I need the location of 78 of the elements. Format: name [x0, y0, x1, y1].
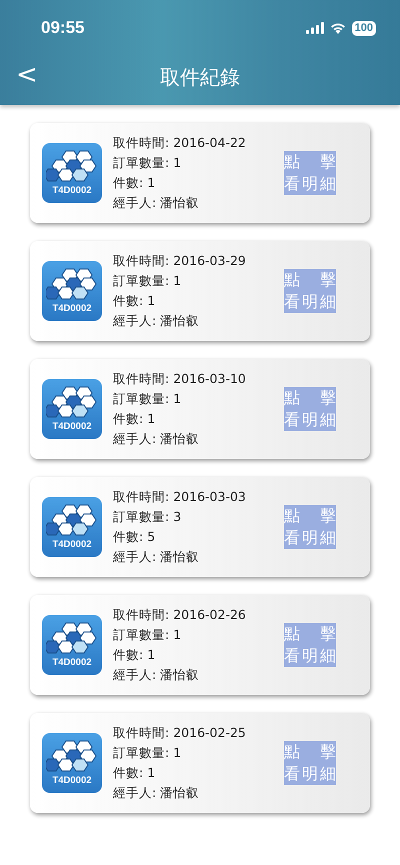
- record-card[interactable]: T4D0002 取件時間: 2016-02-26 訂單數量: 1 件數: 1 經手人: 潘怡叡 點 擊 看明細: [30, 595, 370, 695]
- field-label: 取件時間:: [113, 724, 170, 742]
- field-value: 1: [173, 626, 182, 644]
- logo-code: T4D0002: [52, 657, 92, 668]
- detail-button[interactable]: 點 擊 看明細: [284, 623, 336, 667]
- field-value: 潘怡叡: [160, 312, 200, 330]
- field-label: 件數:: [113, 174, 144, 192]
- field-value: 1: [147, 292, 156, 310]
- detail-button[interactable]: 點 擊 看明細: [284, 741, 336, 785]
- signal-icon: [306, 22, 324, 34]
- field-value: 2016-03-10: [173, 370, 246, 388]
- hexagon-icon: [46, 504, 98, 536]
- field-value: 潘怡叡: [160, 548, 200, 566]
- field-label: 經手人:: [113, 548, 156, 566]
- logo-code: T4D0002: [52, 303, 92, 314]
- field-label: 訂單數量:: [113, 154, 170, 172]
- record-card[interactable]: T4D0002 取件時間: 2016-03-03 訂單數量: 3 件數: 5 經手人: 潘怡叡 點 擊 看明細: [30, 477, 370, 577]
- field-label: 取件時間:: [113, 370, 170, 388]
- field-value: 1: [147, 174, 156, 192]
- field-label: 經手人:: [113, 666, 156, 684]
- field-label: 取件時間:: [113, 134, 170, 152]
- battery-indicator: 100: [352, 20, 376, 36]
- field-value: 1: [173, 154, 182, 172]
- field-label: 經手人:: [113, 312, 156, 330]
- field-value: 2016-03-03: [173, 488, 246, 506]
- hexagon-icon: [46, 740, 98, 772]
- record-card[interactable]: T4D0002 取件時間: 2016-03-29 訂單數量: 1 件數: 1 經手人: 潘怡叡 點 擊 看明細: [30, 241, 370, 341]
- wifi-icon: [330, 22, 346, 34]
- hexagon-icon: [46, 622, 98, 654]
- logo-code: T4D0002: [52, 775, 92, 786]
- detail-button[interactable]: 點 擊 看明細: [284, 269, 336, 313]
- detail-button[interactable]: 點 擊 看明細: [284, 505, 336, 549]
- page-title: 取件紀錄: [160, 64, 240, 90]
- field-label: 取件時間:: [113, 488, 170, 506]
- detail-button[interactable]: 點 擊 看明細: [284, 151, 336, 195]
- field-value: 1: [173, 390, 182, 408]
- field-label: 訂單數量:: [113, 390, 170, 408]
- field-value: 潘怡叡: [160, 430, 200, 448]
- field-value: 潘怡叡: [160, 666, 200, 684]
- hexagon-icon: [46, 150, 98, 182]
- detail-button[interactable]: 點 擊 看明細: [284, 387, 336, 431]
- field-value: 2016-02-26: [173, 606, 246, 624]
- field-label: 經手人:: [113, 194, 156, 212]
- field-label: 取件時間:: [113, 252, 170, 270]
- field-label: 件數:: [113, 764, 144, 782]
- field-value: 3: [173, 508, 182, 526]
- field-value: 潘怡叡: [160, 194, 200, 212]
- field-label: 訂單數量:: [113, 272, 170, 290]
- field-value: 2016-03-29: [173, 252, 246, 270]
- record-card[interactable]: T4D0002 取件時間: 2016-02-25 訂單數量: 1 件數: 1 經手人: 潘怡叡 點 擊 看明細: [30, 713, 370, 813]
- field-label: 經手人:: [113, 784, 156, 802]
- hexagon-icon: [46, 386, 98, 418]
- field-label: 件數:: [113, 410, 144, 428]
- back-button[interactable]: <: [12, 60, 42, 90]
- field-value: 1: [147, 764, 156, 782]
- field-value: 1: [147, 410, 156, 428]
- field-value: 2016-04-22: [173, 134, 246, 152]
- field-label: 訂單數量:: [113, 744, 170, 762]
- field-label: 訂單數量:: [113, 508, 170, 526]
- field-value: 1: [147, 646, 156, 664]
- status-time: 09:55: [41, 18, 84, 38]
- hexagon-icon: [46, 268, 98, 300]
- logo-code: T4D0002: [52, 539, 92, 550]
- field-label: 訂單數量:: [113, 626, 170, 644]
- field-value: 潘怡叡: [160, 784, 200, 802]
- field-value: 1: [173, 744, 182, 762]
- field-label: 取件時間:: [113, 606, 170, 624]
- record-card[interactable]: T4D0002 取件時間: 2016-03-10 訂單數量: 1 件數: 1 經手人: 潘怡叡 點 擊 看明細: [30, 359, 370, 459]
- field-label: 件數:: [113, 292, 144, 310]
- field-value: 1: [173, 272, 182, 290]
- logo-code: T4D0002: [52, 421, 92, 432]
- field-value: 2016-02-25: [173, 724, 246, 742]
- field-value: 5: [147, 528, 156, 546]
- logo-code: T4D0002: [52, 185, 92, 196]
- record-card[interactable]: T4D0002 取件時間: 2016-04-22 訂單數量: 1 件數: 1 經手人: 潘怡叡 點 擊 看明細: [30, 123, 370, 223]
- field-label: 件數:: [113, 528, 144, 546]
- field-label: 經手人:: [113, 430, 156, 448]
- field-label: 件數:: [113, 646, 144, 664]
